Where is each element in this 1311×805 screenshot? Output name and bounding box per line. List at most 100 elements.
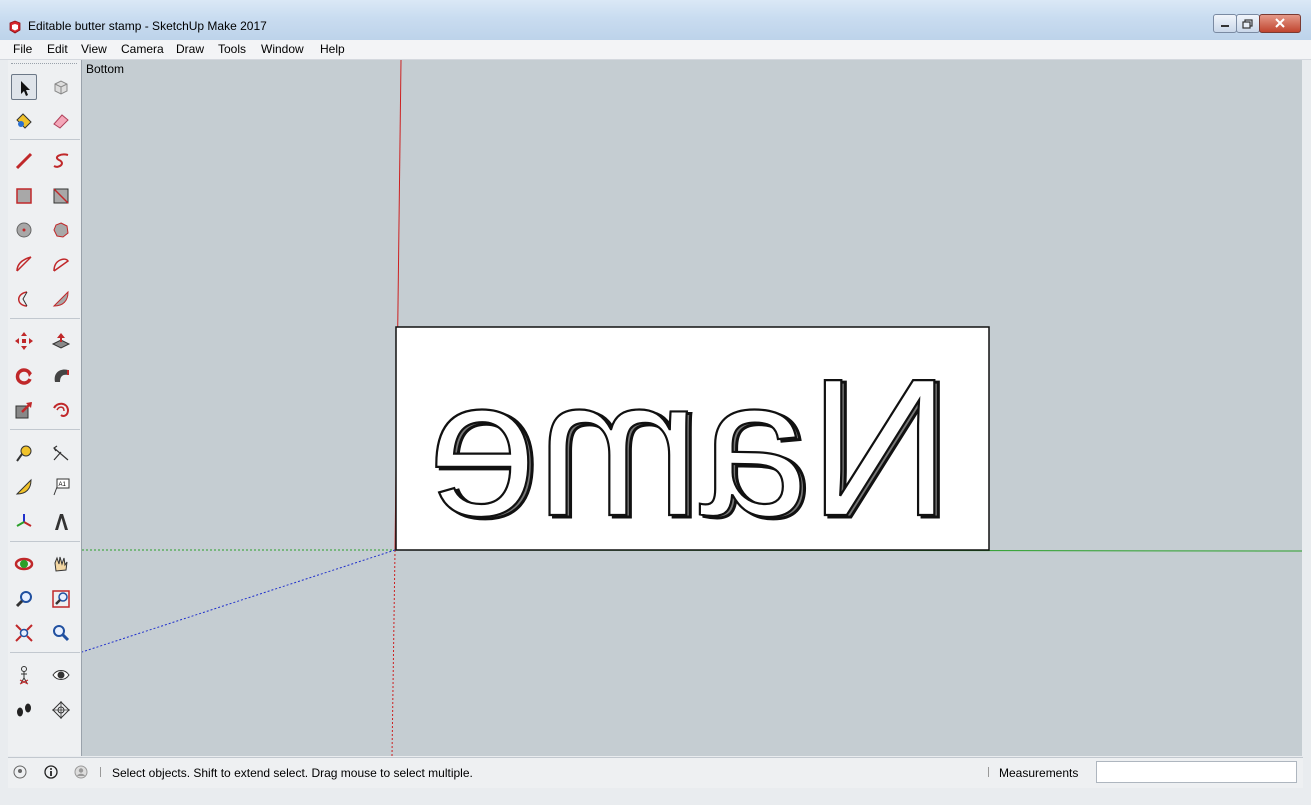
follow-me-icon bbox=[54, 369, 69, 382]
menu-view[interactable]: View bbox=[81, 42, 107, 56]
menu-bar: File Edit View Camera Draw Tools Window … bbox=[0, 40, 1311, 60]
position-camera-icon bbox=[19, 666, 29, 685]
eraser-icon bbox=[53, 114, 69, 129]
status-message: Select objects. Shift to extend select. … bbox=[112, 766, 473, 780]
toolbar-grip bbox=[11, 63, 77, 66]
menu-draw[interactable]: Draw bbox=[176, 42, 204, 56]
menu-tools[interactable]: Tools bbox=[218, 42, 246, 56]
scale-tool[interactable] bbox=[11, 397, 37, 423]
pie-tool[interactable] bbox=[48, 286, 74, 312]
tape-measure-tool[interactable] bbox=[11, 440, 37, 466]
toolbar-separator bbox=[10, 429, 80, 430]
freehand-tool[interactable] bbox=[48, 148, 74, 174]
zoom-window-icon bbox=[52, 590, 70, 608]
restore-icon bbox=[1242, 19, 1253, 29]
measurements-label: Measurements bbox=[999, 766, 1079, 780]
dimension-tool[interactable] bbox=[48, 440, 74, 466]
rotate-tool[interactable] bbox=[11, 363, 37, 389]
rectangle-tool[interactable] bbox=[11, 183, 37, 209]
eraser-tool[interactable] bbox=[48, 108, 74, 134]
minimize-button[interactable] bbox=[1213, 14, 1237, 33]
protractor-tool[interactable] bbox=[11, 474, 37, 500]
orbit-icon bbox=[14, 557, 34, 571]
polygon-tool[interactable] bbox=[48, 217, 74, 243]
3d-text-icon bbox=[55, 514, 68, 530]
zoom-window-tool[interactable] bbox=[48, 586, 74, 612]
make-component-icon bbox=[54, 80, 68, 95]
zoom-tool[interactable] bbox=[11, 586, 37, 612]
move-tool[interactable] bbox=[11, 328, 37, 354]
info-icon[interactable] bbox=[44, 765, 58, 779]
look-around-tool[interactable] bbox=[48, 662, 74, 688]
toolbar-separator bbox=[10, 318, 80, 319]
status-bar: Select objects. Shift to extend select. … bbox=[8, 757, 1303, 788]
freehand-icon bbox=[53, 153, 69, 168]
follow-me-tool[interactable] bbox=[48, 363, 74, 389]
make-component-tool[interactable] bbox=[48, 74, 74, 100]
close-button[interactable] bbox=[1259, 14, 1301, 33]
measurements-input[interactable] bbox=[1096, 761, 1297, 783]
window-bottom-edge bbox=[0, 788, 1311, 805]
line-tool[interactable] bbox=[11, 148, 37, 174]
protractor-icon bbox=[15, 478, 32, 495]
text-icon: A1 bbox=[53, 478, 70, 496]
menu-file[interactable]: File bbox=[13, 42, 32, 56]
menu-edit[interactable]: Edit bbox=[47, 42, 68, 56]
rectangle-icon bbox=[16, 188, 32, 204]
status-separator bbox=[988, 767, 989, 777]
paint-bucket-icon bbox=[16, 113, 32, 129]
two-point-arc-tool[interactable] bbox=[48, 251, 74, 277]
zoom-icon bbox=[15, 591, 32, 608]
model-viewport[interactable]: Name Name Bottom bbox=[82, 60, 1302, 756]
pan-icon bbox=[54, 556, 68, 572]
three-point-arc-icon bbox=[18, 291, 28, 307]
previous-view-icon bbox=[53, 625, 70, 642]
stamp-text: Name Name bbox=[426, 337, 955, 561]
three-point-arc-tool[interactable] bbox=[11, 286, 37, 312]
3d-text-tool[interactable] bbox=[48, 509, 74, 535]
offset-tool[interactable] bbox=[48, 397, 74, 423]
look-around-icon bbox=[52, 670, 70, 680]
axes-tool[interactable] bbox=[11, 509, 37, 535]
section-plane-icon bbox=[52, 701, 70, 719]
pan-tool[interactable] bbox=[48, 551, 74, 577]
walk-tool[interactable] bbox=[11, 697, 37, 723]
line-icon bbox=[15, 152, 33, 170]
close-icon bbox=[1275, 18, 1285, 28]
maximize-button[interactable] bbox=[1236, 14, 1260, 33]
orbit-tool[interactable] bbox=[11, 551, 37, 577]
polygon-icon bbox=[53, 222, 69, 238]
geo-location-icon[interactable] bbox=[13, 765, 27, 779]
zoom-extents-tool[interactable] bbox=[11, 620, 37, 646]
menu-window[interactable]: Window bbox=[261, 42, 304, 56]
scale-icon bbox=[15, 402, 32, 419]
select-tool[interactable] bbox=[11, 74, 37, 100]
rotated-rectangle-tool[interactable] bbox=[48, 183, 74, 209]
red-axis-negative bbox=[391, 549, 396, 756]
paint-bucket-tool[interactable] bbox=[11, 108, 37, 134]
previous-view-tool[interactable] bbox=[48, 620, 74, 646]
text-tool[interactable]: A1 bbox=[48, 474, 74, 500]
arc-tool[interactable] bbox=[11, 251, 37, 277]
butter-stamp[interactable]: Name Name bbox=[395, 326, 990, 561]
select-icon bbox=[21, 81, 30, 96]
offset-icon bbox=[53, 402, 70, 417]
minimize-icon bbox=[1221, 25, 1229, 27]
large-tool-set: A1 bbox=[8, 60, 82, 756]
push-pull-tool[interactable] bbox=[48, 328, 74, 354]
svg-text:A1: A1 bbox=[59, 482, 67, 488]
model-scene[interactable]: Name Name bbox=[82, 60, 1302, 756]
arc-icon bbox=[16, 256, 32, 272]
circle-tool[interactable] bbox=[11, 217, 37, 243]
menu-help[interactable]: Help bbox=[320, 42, 345, 56]
toolbar-separator bbox=[10, 652, 80, 653]
dimension-icon bbox=[53, 445, 69, 461]
section-plane-tool[interactable] bbox=[48, 697, 74, 723]
tape-measure-icon bbox=[16, 445, 32, 462]
menu-camera[interactable]: Camera bbox=[121, 42, 164, 56]
position-camera-tool[interactable] bbox=[11, 662, 37, 688]
circle-icon bbox=[16, 222, 32, 238]
walk-icon bbox=[17, 703, 31, 717]
user-account-icon[interactable] bbox=[74, 765, 88, 779]
stamp-text-face: Name bbox=[428, 338, 951, 557]
